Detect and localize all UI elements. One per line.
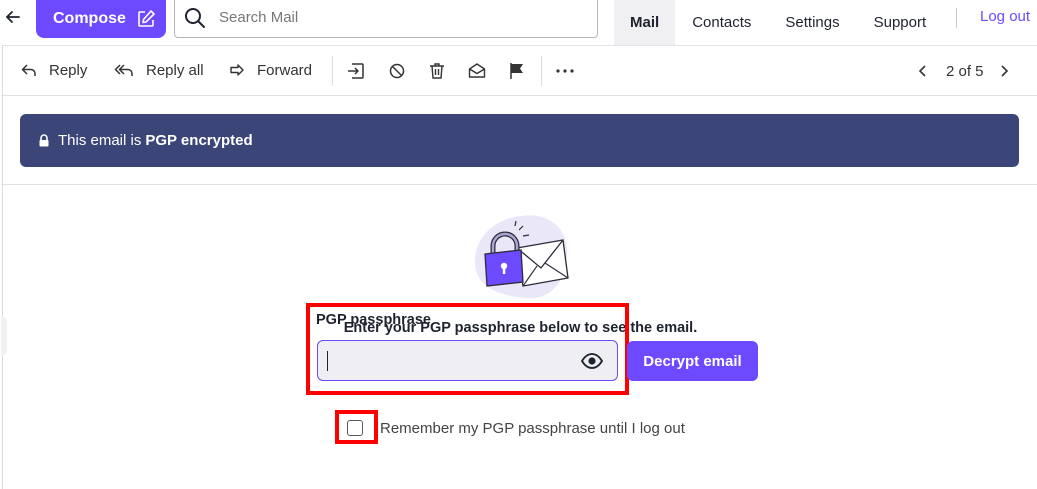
forward-label: Forward (257, 61, 313, 79)
search-icon[interactable] (183, 6, 207, 30)
remember-passphrase-checkbox[interactable] (347, 420, 363, 436)
reply-all-button[interactable]: Reply all (114, 59, 204, 81)
nav-mail[interactable]: Mail (614, 0, 676, 45)
search-box[interactable] (174, 0, 598, 38)
toolbar-separator (541, 56, 542, 86)
nav-divider (956, 8, 957, 28)
remember-passphrase-label[interactable]: Remember my PGP passphrase until I log o… (380, 420, 685, 437)
nav-settings[interactable]: Settings (768, 0, 856, 45)
passphrase-input[interactable] (326, 347, 566, 375)
previous-message-icon[interactable] (918, 64, 928, 78)
lock-icon (39, 134, 49, 147)
passphrase-label: PGP passphrase (316, 312, 431, 328)
pager-count: 2 of 5 (946, 62, 984, 80)
show-password-eye-icon[interactable] (581, 353, 603, 369)
flag-icon[interactable] (507, 61, 527, 81)
logout-link[interactable]: Log out (980, 8, 1030, 25)
panel-divider (3, 184, 1037, 185)
passphrase-field[interactable] (317, 340, 618, 381)
reply-label: Reply (49, 61, 88, 79)
reply-button[interactable]: Reply (21, 59, 87, 81)
banner-emphasis: PGP encrypted (145, 132, 253, 149)
compose-pencil-icon (138, 10, 155, 27)
encrypted-mail-illustration (475, 215, 569, 299)
move-to-folder-icon[interactable] (346, 61, 366, 81)
decrypt-email-button[interactable]: Decrypt email (627, 341, 758, 381)
reply-all-label: Reply all (146, 61, 204, 79)
spam-icon[interactable] (387, 61, 407, 81)
trash-icon[interactable] (427, 61, 447, 81)
toolbar-separator (332, 56, 333, 86)
top-bar: Compose Mail Contacts Settings Support L… (0, 0, 1037, 46)
forward-button[interactable]: Forward (229, 59, 312, 81)
more-icon[interactable] (555, 61, 575, 81)
pager: 2 of 5 (918, 60, 1009, 82)
mark-unread-icon[interactable] (467, 61, 487, 81)
message-toolbar: Reply Reply all Forward 2 of 5 (3, 46, 1037, 96)
next-message-icon[interactable] (999, 64, 1009, 78)
reply-all-icon (114, 64, 133, 76)
nav-support[interactable]: Support (857, 0, 944, 45)
text-caret (327, 351, 328, 371)
compose-button[interactable]: Compose (36, 0, 166, 38)
back-arrow-icon[interactable] (4, 7, 22, 27)
main-nav: Mail Contacts Settings Support (614, 0, 943, 45)
encryption-banner: This email is PGP encrypted (20, 114, 1019, 167)
compose-label: Compose (53, 10, 126, 27)
forward-icon (230, 64, 244, 76)
banner-text: This email is (58, 132, 142, 149)
nav-contacts[interactable]: Contacts (675, 0, 768, 45)
search-input[interactable] (219, 4, 579, 30)
reply-icon (21, 64, 36, 76)
